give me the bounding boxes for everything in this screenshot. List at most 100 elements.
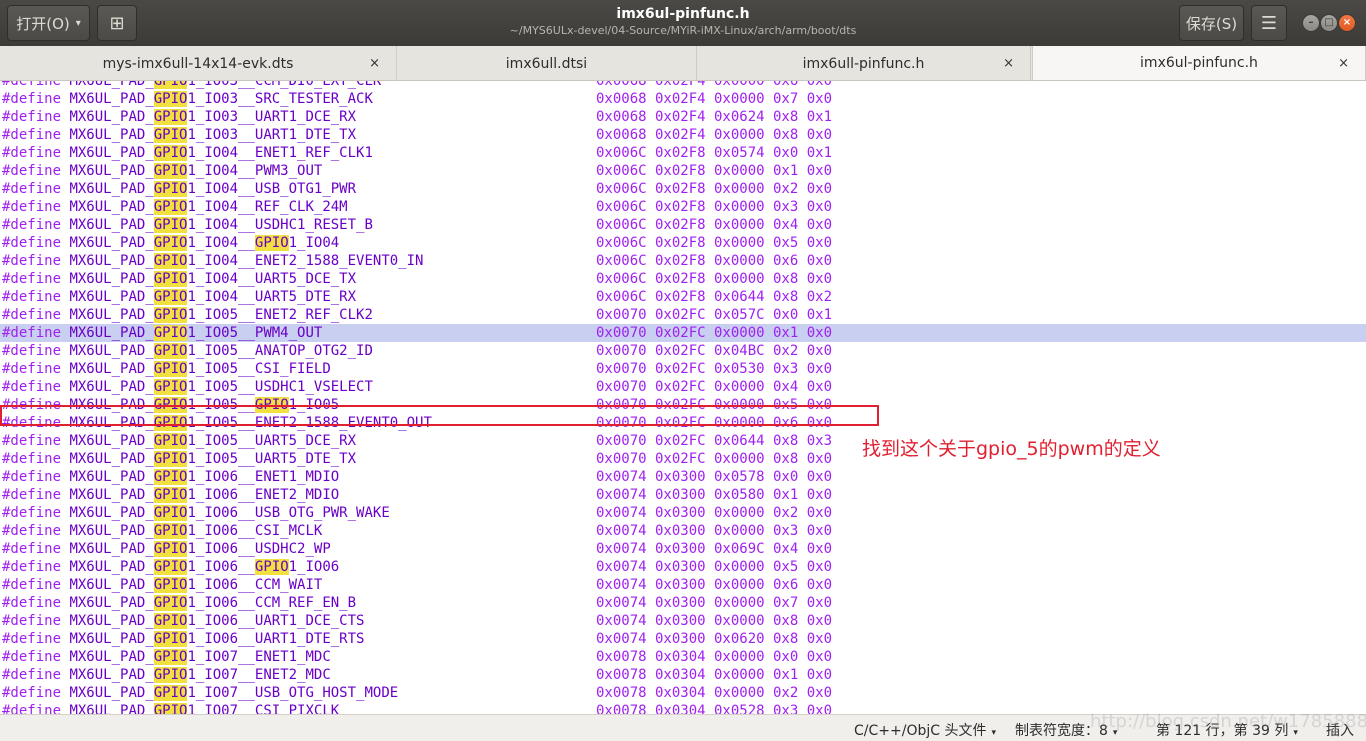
define-keyword: #define (2, 235, 62, 251)
tab-mys-imx6ull-evk-dts[interactable]: mys-imx6ull-14x14-evk.dts × (0, 46, 397, 81)
macro-name-suffix: 1_IO06__ENET1_MDIO (187, 469, 340, 485)
macro-values: 0x006C 0x02F8 0x0000 0x1 0x0 (596, 163, 833, 179)
tab-label: imx6ull-pinfunc.h (802, 55, 925, 72)
macro-name-prefix: MX6UL_PAD_ (69, 433, 154, 449)
macro-values: 0x0074 0x0300 0x0000 0x6 0x0 (596, 577, 833, 593)
define-keyword: #define (2, 487, 62, 503)
macro-name-suffix: 1_IO04__PWM3_OUT (187, 163, 323, 179)
search-match: GPIO (153, 253, 188, 269)
close-window-icon[interactable]: × (1338, 14, 1356, 32)
code-line: #define MX6UL_PAD_GPIO1_IO06__USB_OTG_PW… (0, 504, 1366, 522)
macro-name-suffix: 1_IO07__CSI_PIXCLK (187, 703, 340, 714)
code-line: #define MX6UL_PAD_GPIO1_IO03__UART1_DCE_… (0, 108, 1366, 126)
search-match: GPIO (153, 81, 188, 89)
macro-name-prefix: MX6UL_PAD_ (69, 325, 154, 341)
macro-name-suffix: 1_IO06__UART1_DCE_CTS (187, 613, 365, 629)
define-keyword: #define (2, 577, 62, 593)
close-icon[interactable]: × (1338, 56, 1349, 71)
macro-values: 0x0078 0x0304 0x0000 0x1 0x0 (596, 667, 833, 683)
define-keyword: #define (2, 361, 62, 377)
code-line: #define MX6UL_PAD_GPIO1_IO04__ENET2_1588… (0, 252, 1366, 270)
search-match: GPIO (153, 289, 188, 305)
macro-name-suffix: 1_IO03__UART1_DCE_RX (187, 109, 357, 125)
code-editor[interactable]: #define MX6UL_PAD_GPIO1_IO03__CCM_DI0_EX… (0, 81, 1366, 714)
macro-name-prefix: MX6UL_PAD_ (69, 523, 154, 539)
macro-name-suffix: 1_IO04__UART5_DTE_RX (187, 289, 357, 305)
define-keyword: #define (2, 505, 62, 521)
code-line: #define MX6UL_PAD_GPIO1_IO04__ENET1_REF_… (0, 144, 1366, 162)
define-keyword: #define (2, 379, 62, 395)
macro-values: 0x0078 0x0304 0x0528 0x3 0x0 (596, 703, 833, 714)
macro-name-tail: 1_IO05 (288, 397, 340, 413)
chevron-down-icon: ▾ (991, 728, 996, 738)
search-match: GPIO (254, 235, 289, 251)
macro-name-suffix: 1_IO05__UART5_DTE_TX (187, 451, 357, 467)
search-match: GPIO (153, 469, 188, 485)
define-keyword: #define (2, 631, 62, 647)
code-line: #define MX6UL_PAD_GPIO1_IO05__CSI_FIELD 0… (0, 360, 1366, 378)
search-match: GPIO (153, 559, 188, 575)
macro-name-suffix: 1_IO07__ENET1_MDC (187, 649, 331, 665)
maximize-icon[interactable]: □ (1320, 14, 1338, 32)
macro-name-prefix: MX6UL_PAD_ (69, 505, 154, 521)
define-keyword: #define (2, 253, 62, 269)
new-document-button[interactable]: ⊞ (97, 5, 137, 41)
code-lines: #define MX6UL_PAD_GPIO1_IO03__CCM_DI0_EX… (0, 81, 1366, 714)
tab-imx6ull-pinfunc-h[interactable]: imx6ull-pinfunc.h × (697, 46, 1031, 81)
code-line: #define MX6UL_PAD_GPIO1_IO04__USB_OTG1_P… (0, 180, 1366, 198)
search-match: GPIO (153, 577, 188, 593)
language-selector[interactable]: C/C++/ObjC 头文件 ▾ (854, 720, 996, 740)
search-match: GPIO (153, 145, 188, 161)
tab-label: mys-imx6ull-14x14-evk.dts (102, 55, 294, 72)
macro-name-suffix: 1_IO05__CSI_FIELD (187, 361, 331, 377)
macro-name-prefix: MX6UL_PAD_ (69, 81, 154, 89)
code-line: #define MX6UL_PAD_GPIO1_IO04__UART5_DCE_… (0, 270, 1366, 288)
define-keyword: #define (2, 199, 62, 215)
search-match: GPIO (153, 379, 188, 395)
define-keyword: #define (2, 451, 62, 467)
define-keyword: #define (2, 559, 62, 575)
close-icon[interactable]: × (1003, 56, 1014, 71)
search-match: GPIO (153, 667, 188, 683)
macro-name-prefix: MX6UL_PAD_ (69, 703, 154, 714)
define-keyword: #define (2, 325, 62, 341)
define-keyword: #define (2, 433, 62, 449)
macro-name-suffix: 1_IO06__UART1_DTE_RTS (187, 631, 365, 647)
macro-name-prefix: MX6UL_PAD_ (69, 685, 154, 701)
define-keyword: #define (2, 469, 62, 485)
macro-name-prefix: MX6UL_PAD_ (69, 667, 154, 683)
macro-values: 0x006C 0x02F8 0x0000 0x6 0x0 (596, 253, 833, 269)
code-line: #define MX6UL_PAD_GPIO1_IO04__USDHC1_RES… (0, 216, 1366, 234)
define-keyword: #define (2, 685, 62, 701)
macro-name-suffix: 1_IO07__USB_OTG_HOST_MODE (187, 685, 399, 701)
search-match: GPIO (153, 649, 188, 665)
macro-values: 0x0070 0x02FC 0x0000 0x1 0x0 (596, 325, 833, 341)
language-label: C/C++/ObjC 头文件 (854, 723, 987, 739)
code-line: #define MX6UL_PAD_GPIO1_IO07__ENET2_MDC 0… (0, 666, 1366, 684)
search-match: GPIO (153, 397, 188, 413)
open-button[interactable]: 打开(O) ▾ (7, 5, 90, 41)
minimize-icon[interactable]: – (1302, 14, 1320, 32)
macro-name-suffix: 1_IO03__CCM_DI0_EXT_CLK (187, 81, 382, 89)
define-keyword: #define (2, 397, 62, 413)
macro-values: 0x0070 0x02FC 0x0530 0x3 0x0 (596, 361, 833, 377)
macro-name-prefix: MX6UL_PAD_ (69, 541, 154, 557)
search-match: GPIO (254, 559, 289, 575)
macro-name-prefix: MX6UL_PAD_ (69, 577, 154, 593)
tab-imx6ul-pinfunc-h[interactable]: imx6ul-pinfunc.h × (1032, 46, 1366, 80)
code-line: #define MX6UL_PAD_GPIO1_IO03__SRC_TESTER… (0, 90, 1366, 108)
define-keyword: #define (2, 595, 62, 611)
code-line: #define MX6UL_PAD_GPIO1_IO04__PWM3_OUT 0x… (0, 162, 1366, 180)
code-line: #define MX6UL_PAD_GPIO1_IO05__PWM4_OUT 0x… (0, 324, 1366, 342)
macro-name-suffix: 1_IO04__REF_CLK_24M (187, 199, 348, 215)
search-match: GPIO (153, 271, 188, 287)
macro-name-suffix: 1_IO04__ (187, 235, 255, 251)
macro-name-suffix: 1_IO07__ENET2_MDC (187, 667, 331, 683)
close-icon[interactable]: × (369, 56, 380, 71)
save-button[interactable]: 保存(S) (1179, 5, 1244, 41)
tab-imx6ull-dtsi[interactable]: imx6ull.dtsi (397, 46, 697, 81)
code-line: #define MX6UL_PAD_GPIO1_IO03__CCM_DI0_EX… (0, 81, 1366, 90)
macro-name-suffix: 1_IO05__ (187, 397, 255, 413)
macro-name-suffix: 1_IO03__SRC_TESTER_ACK (187, 91, 373, 107)
hamburger-menu-button[interactable]: ☰ (1251, 5, 1287, 41)
